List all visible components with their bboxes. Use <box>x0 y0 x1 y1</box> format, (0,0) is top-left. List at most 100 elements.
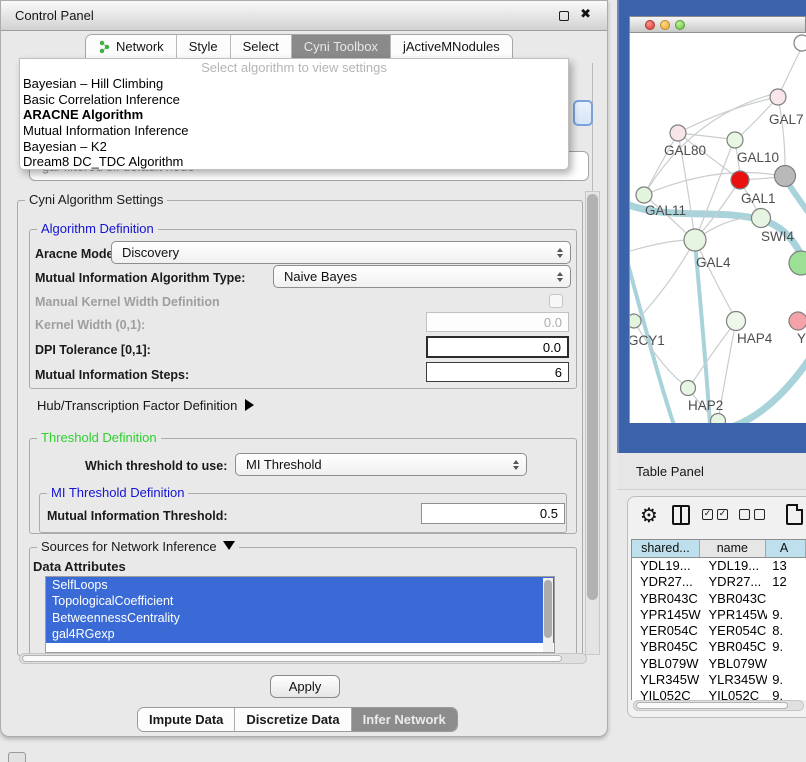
mi-algorithm-type-select[interactable]: Naive Bayes <box>273 265 571 288</box>
network-edge[interactable] <box>714 361 806 423</box>
network-edge[interactable] <box>778 97 785 166</box>
attribute-item-gal4rgexp[interactable]: gal4RGexp <box>46 626 554 642</box>
node-label-y: Y <box>797 331 806 346</box>
network-node[interactable] <box>794 35 806 51</box>
control-panel-titlebar[interactable]: Control Panel ✖ <box>1 1 607 31</box>
table-cell: YDR27... <box>701 574 768 590</box>
network-node-gal80[interactable] <box>670 125 686 141</box>
float-window-icon[interactable] <box>559 11 569 21</box>
table-cell: YIL052C <box>701 688 768 700</box>
spinner-icon <box>557 272 563 282</box>
hub-definition-toggle[interactable]: Hub/Transcription Factor Definition <box>37 398 254 413</box>
gear-icon[interactable]: ⚙ <box>640 503 658 527</box>
algorithm-option-aracne-algorithm[interactable]: ARACNE Algorithm <box>20 107 568 123</box>
network-edge[interactable] <box>638 240 695 319</box>
which-threshold-select[interactable]: MI Threshold <box>235 453 527 476</box>
unchecked-checkbox-icon[interactable] <box>754 509 765 520</box>
algorithm-option-bayesian-hill-climbing[interactable]: Bayesian – Hill Climbing <box>20 76 568 92</box>
table-cell: YLR345W <box>701 672 768 688</box>
window-title: Control Panel <box>15 8 94 23</box>
network-node-gal11[interactable] <box>636 187 652 203</box>
table-row[interactable]: YLR345WYLR345W9. <box>632 672 806 688</box>
network-window-titlebar[interactable] <box>629 16 806 33</box>
cyni-bottom-tabs: Impute DataDiscretize DataInfer Network <box>137 707 458 732</box>
node-label-gal7: GAL7 <box>769 112 804 127</box>
tab-network[interactable]: Network <box>86 35 176 58</box>
tab-select[interactable]: Select <box>230 35 291 58</box>
bottom-tab-infer-network[interactable]: Infer Network <box>351 708 457 731</box>
table-row[interactable]: YER054CYER054C8. <box>632 623 806 639</box>
network-view-canvas[interactable]: GAL7GAL80GAL10GAL1GAL11SWI4GAL4GCY1HAP4Y… <box>629 33 806 423</box>
network-node-gal10[interactable] <box>727 132 743 148</box>
tab-style[interactable]: Style <box>176 35 230 58</box>
algorithm-option-mutual-information-inference[interactable]: Mutual Information Inference <box>20 123 568 139</box>
table-row[interactable]: YDR27...YDR27...12 <box>632 574 806 590</box>
split-columns-icon[interactable] <box>672 505 690 525</box>
tab-jactivemnodules[interactable]: jActiveMNodules <box>390 35 512 58</box>
table-horizontal-scrollbar[interactable] <box>633 700 804 711</box>
minimize-traffic-light-icon[interactable] <box>660 20 670 30</box>
sources-title: Sources for Network Inference <box>37 539 239 554</box>
table-cell: 9. <box>767 607 806 623</box>
network-node-hap2[interactable] <box>681 381 696 396</box>
network-node[interactable] <box>711 414 726 424</box>
tab-label: Style <box>189 39 218 54</box>
tab-cyni-toolbox[interactable]: Cyni Toolbox <box>291 35 390 58</box>
close-traffic-light-icon[interactable] <box>645 20 655 30</box>
table-row[interactable]: YBR045CYBR045C9. <box>632 639 806 655</box>
data-attributes-list[interactable]: SelfLoopsTopologicalCoefficientBetweenne… <box>45 576 555 653</box>
table-row[interactable]: YIL052CYIL052C9. <box>632 688 806 700</box>
network-edge[interactable] <box>700 180 740 234</box>
mi-threshold-field[interactable]: 0.5 <box>421 503 565 524</box>
attribute-item-betweennesscentrality[interactable]: BetweennessCentrality <box>46 610 554 626</box>
network-edge[interactable] <box>684 97 778 130</box>
attributes-scrollbar[interactable] <box>543 578 553 652</box>
network-node-hap4[interactable] <box>727 312 746 331</box>
table-row[interactable]: YBR043CYBR043C <box>632 591 806 607</box>
close-icon[interactable]: ✖ <box>580 7 591 22</box>
network-node-y[interactable] <box>789 312 806 330</box>
dpi-tolerance-field[interactable]: 0.0 <box>426 336 569 358</box>
manual-kernel-checkbox[interactable] <box>549 294 563 308</box>
network-node-gal7[interactable] <box>770 89 786 105</box>
network-edge[interactable] <box>646 133 678 191</box>
column-header-shared-[interactable]: shared... <box>632 540 700 557</box>
table-cell: YPR145W <box>701 607 768 623</box>
table-cell: YDL19... <box>632 558 701 574</box>
minimized-panel-button[interactable] <box>8 752 26 762</box>
settings-horizontal-scrollbar[interactable] <box>19 653 587 664</box>
network-node-gal4[interactable] <box>684 229 706 251</box>
unchecked-checkbox-icon[interactable] <box>739 509 750 520</box>
mi-steps-field[interactable]: 6 <box>426 362 569 382</box>
zoom-traffic-light-icon[interactable] <box>675 20 685 30</box>
node-label-gal1: GAL1 <box>741 191 776 206</box>
column-header-name[interactable]: name <box>700 540 766 557</box>
network-edge[interactable] <box>630 240 687 251</box>
table-rows: YDL19...YDL19...13YDR27...YDR27...12YBR0… <box>632 558 806 700</box>
file-icon[interactable] <box>786 504 803 525</box>
aracne-mode-select[interactable]: Discovery <box>111 241 571 264</box>
apply-button[interactable]: Apply <box>270 675 340 698</box>
checked-checkbox-icon[interactable]: ✓ <box>702 509 713 520</box>
table-row[interactable]: YPR145WYPR145W9. <box>632 607 806 623</box>
attribute-item-topologicalcoefficient[interactable]: TopologicalCoefficient <box>46 593 554 609</box>
bottom-tab-discretize-data[interactable]: Discretize Data <box>234 708 350 731</box>
algorithm-option-basic-correlation-inference[interactable]: Basic Correlation Inference <box>20 92 568 108</box>
attribute-item-selfloops[interactable]: SelfLoops <box>46 577 554 593</box>
bottom-tab-impute-data[interactable]: Impute Data <box>138 708 234 731</box>
checked-checkbox-icon[interactable]: ✓ <box>717 509 728 520</box>
kernel-width-field[interactable]: 0.0 <box>426 312 569 332</box>
algorithm-option-dream8-dc-tdc-algorithm[interactable]: Dream8 DC_TDC Algorithm <box>20 154 568 170</box>
network-edge[interactable] <box>695 243 710 423</box>
column-header-a[interactable]: A <box>766 540 806 557</box>
settings-scrollbar-thumb[interactable] <box>587 194 598 600</box>
network-node-swi4[interactable] <box>752 209 771 228</box>
network-node[interactable] <box>789 251 806 275</box>
network-node[interactable] <box>775 166 796 187</box>
algorithm-option-bayesian-k2[interactable]: Bayesian – K2 <box>20 139 568 155</box>
table-row[interactable]: YDL19...YDL19...13 <box>632 558 806 574</box>
network-node-gcy1[interactable] <box>630 314 641 328</box>
network-node-gal1[interactable] <box>731 171 749 189</box>
table-row[interactable]: YBL079WYBL079W <box>632 656 806 672</box>
network-edge[interactable] <box>692 321 736 383</box>
